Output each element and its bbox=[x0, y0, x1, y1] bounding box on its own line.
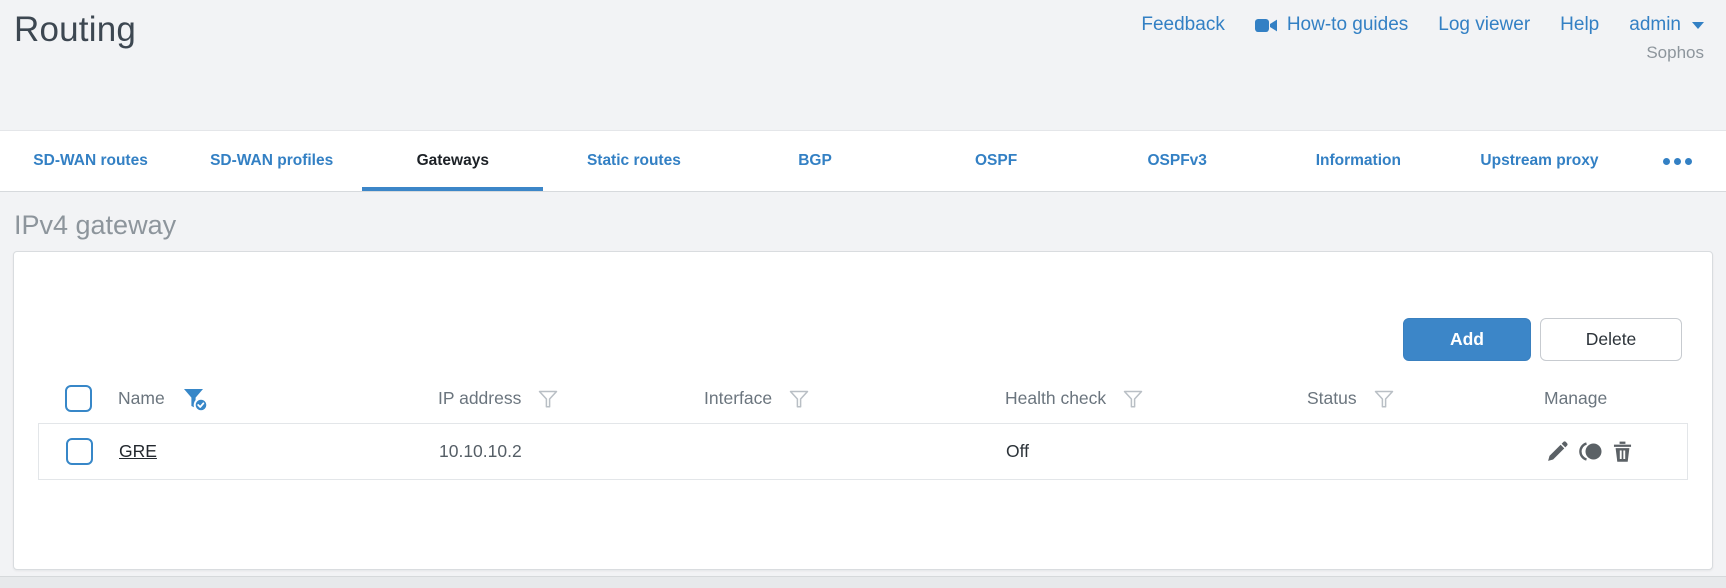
more-tabs-button[interactable] bbox=[1630, 131, 1726, 191]
tab-gateways[interactable]: Gateways bbox=[362, 131, 543, 191]
row-checkbox[interactable] bbox=[65, 438, 93, 465]
log-viewer-link[interactable]: Log viewer bbox=[1438, 14, 1530, 36]
health-check-cell: Off bbox=[1006, 441, 1030, 461]
tab-ospfv3[interactable]: OSPFv3 bbox=[1087, 131, 1268, 191]
table-row: GRE 10.10.10.2 Off bbox=[38, 423, 1688, 480]
bottom-divider bbox=[0, 576, 1726, 588]
select-all-checkbox[interactable] bbox=[64, 385, 92, 412]
tab-sdwan-routes[interactable]: SD-WAN routes bbox=[0, 131, 181, 191]
tab-bgp[interactable]: BGP bbox=[724, 131, 905, 191]
tab-ospf[interactable]: OSPF bbox=[906, 131, 1087, 191]
gateway-name-link[interactable]: GRE bbox=[119, 441, 157, 462]
table-header-row: Name IP address Interface Health check S… bbox=[38, 374, 1688, 423]
delete-button[interactable]: Delete bbox=[1540, 318, 1682, 361]
column-header-ip-address: IP address bbox=[438, 388, 522, 408]
column-header-manage: Manage bbox=[1544, 388, 1608, 408]
chevron-down-icon bbox=[1692, 21, 1704, 29]
gateways-table: Name IP address Interface Health check S… bbox=[38, 374, 1688, 480]
ip-address-cell: 10.10.10.2 bbox=[439, 441, 522, 461]
feedback-link[interactable]: Feedback bbox=[1141, 14, 1224, 36]
filter-icon-active[interactable] bbox=[180, 384, 210, 414]
brand-label: Sophos bbox=[1646, 43, 1704, 62]
filter-icon[interactable] bbox=[1372, 387, 1396, 411]
header-nav: Feedback How-to guides Log viewer Help a… bbox=[1141, 8, 1704, 130]
edit-icon[interactable] bbox=[1545, 439, 1570, 464]
section-title: IPv4 gateway bbox=[14, 210, 177, 240]
tab-information[interactable]: Information bbox=[1268, 131, 1449, 191]
clone-icon[interactable] bbox=[1577, 439, 1603, 464]
column-header-health-check: Health check bbox=[1005, 388, 1107, 408]
howto-guides-link[interactable]: How-to guides bbox=[1254, 14, 1408, 36]
video-camera-icon bbox=[1254, 17, 1278, 34]
filter-icon[interactable] bbox=[1121, 387, 1145, 411]
delete-icon[interactable] bbox=[1610, 439, 1635, 464]
column-header-interface: Interface bbox=[704, 388, 773, 408]
add-button[interactable]: Add bbox=[1403, 318, 1531, 361]
routing-tabbar: SD-WAN routes SD-WAN profiles Gateways S… bbox=[0, 130, 1726, 192]
column-header-status: Status bbox=[1307, 388, 1357, 408]
page-header: Routing Feedback How-to guides Log viewe… bbox=[0, 0, 1726, 130]
ellipsis-icon bbox=[1663, 157, 1671, 165]
tab-static-routes[interactable]: Static routes bbox=[543, 131, 724, 191]
tab-sdwan-profiles[interactable]: SD-WAN profiles bbox=[181, 131, 362, 191]
main-content: IPv4 gateway Add Delete Name IP address … bbox=[0, 210, 1726, 570]
column-header-name: Name bbox=[118, 388, 165, 408]
admin-menu[interactable]: admin bbox=[1629, 14, 1704, 36]
filter-icon[interactable] bbox=[536, 387, 560, 411]
table-toolbar: Add Delete bbox=[38, 318, 1682, 361]
manage-cell bbox=[1545, 439, 1687, 464]
page-title: Routing bbox=[14, 10, 137, 49]
tab-upstream-proxy[interactable]: Upstream proxy bbox=[1449, 131, 1630, 191]
filter-icon[interactable] bbox=[787, 387, 811, 411]
help-link[interactable]: Help bbox=[1560, 14, 1599, 36]
ipv4-gateway-card: Add Delete Name IP address Interface Hea… bbox=[13, 251, 1713, 570]
